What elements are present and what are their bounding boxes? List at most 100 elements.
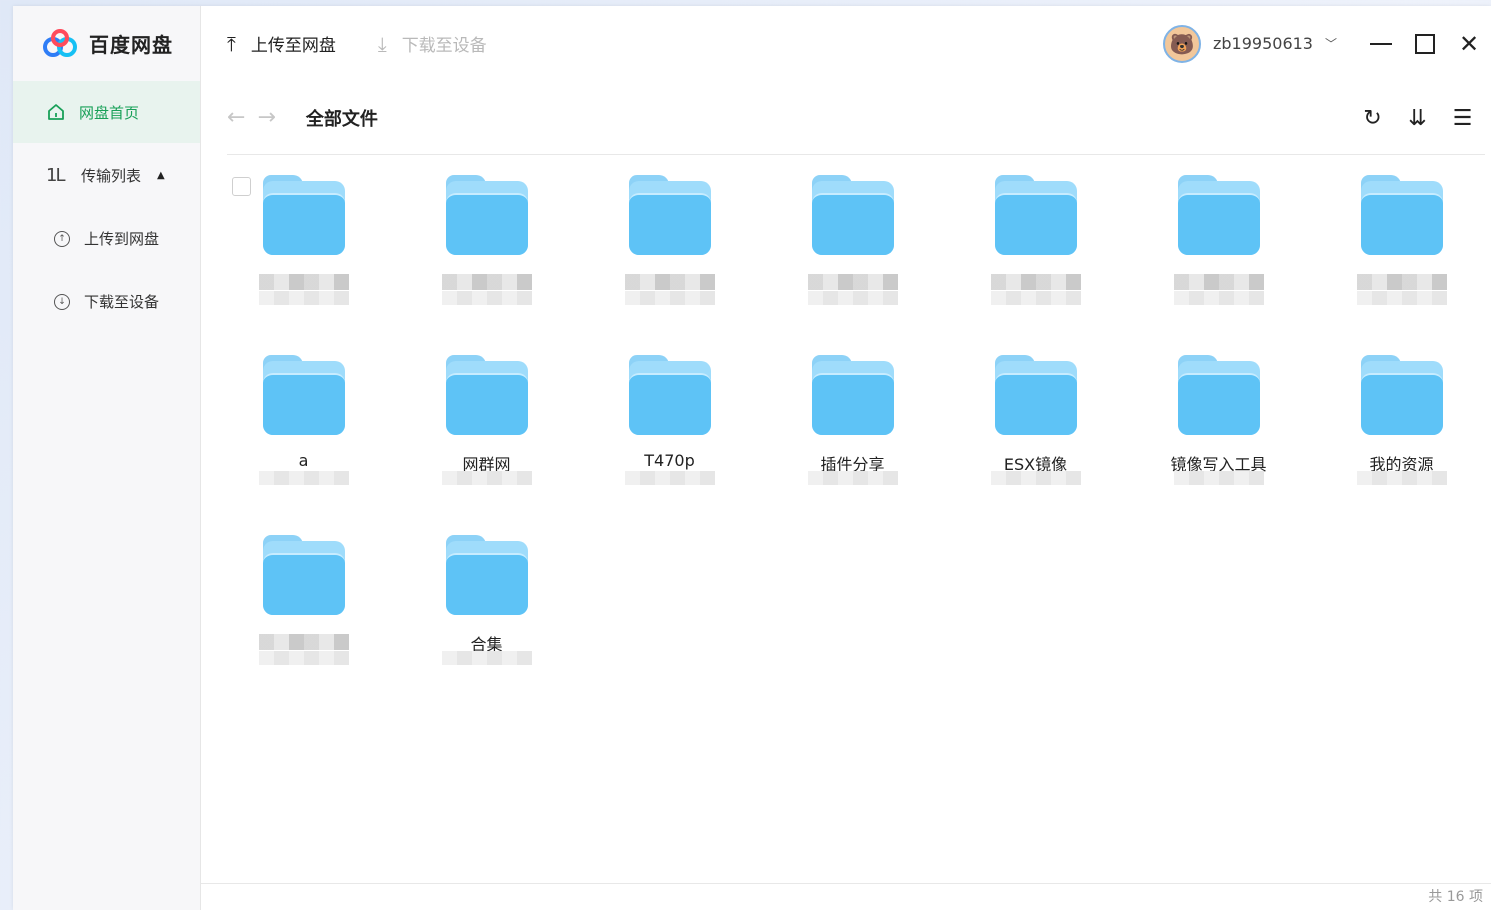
folder-icon xyxy=(1360,175,1443,255)
folder-item[interactable]: 我的资源 xyxy=(1310,343,1491,513)
redacted-detail xyxy=(624,471,715,485)
folder-item[interactable]: a xyxy=(212,343,395,513)
redacted-detail xyxy=(990,291,1081,305)
folder-name xyxy=(761,271,944,290)
status-bar: 共 16 项 xyxy=(201,883,1491,910)
path-bar: ← → 全部文件 ↻ ⇊ ☰ xyxy=(227,81,1485,155)
folder-item[interactable]: T470p xyxy=(578,343,761,513)
folder-icon xyxy=(445,535,528,615)
brand: 百度网盘 xyxy=(13,6,200,81)
sidebar-item-download[interactable]: ↓ 下载至设备 xyxy=(13,270,200,333)
download-button[interactable]: ⤓ 下载至设备 xyxy=(377,31,487,57)
sidebar-item-label: 网盘首页 xyxy=(79,103,140,122)
folder-icon xyxy=(811,175,894,255)
forward-arrow-icon[interactable]: → xyxy=(257,105,275,130)
sidebar-item-upload[interactable]: ↑ 上传到网盘 xyxy=(13,207,200,270)
sidebar-item-transfer-list[interactable]: 1L 传输列表 ▲ xyxy=(13,143,200,207)
upload-circle-icon: ↑ xyxy=(54,230,70,247)
folder-icon xyxy=(445,175,528,255)
page-title: 全部文件 xyxy=(305,108,378,130)
redacted-name xyxy=(624,273,715,290)
redacted-detail xyxy=(807,471,898,485)
folder-item[interactable]: 镜像写入工具 xyxy=(1127,343,1310,513)
folder-item[interactable] xyxy=(212,523,395,693)
user-area: 🐻 zb19950613 ﹀ ✕ xyxy=(1162,6,1491,81)
folder-icon xyxy=(994,355,1077,435)
folder-item[interactable] xyxy=(395,163,578,333)
redacted-name xyxy=(1173,273,1264,290)
upload-button[interactable]: ⤒ 上传至网盘 xyxy=(227,31,336,57)
folder-icon xyxy=(628,175,711,255)
folder-item[interactable]: 网群网 xyxy=(395,343,578,513)
redacted-name xyxy=(990,273,1081,290)
redacted-detail xyxy=(990,471,1081,485)
folder-item[interactable]: ESX镜像 xyxy=(944,343,1127,513)
folder-name xyxy=(1310,271,1491,290)
redacted-name xyxy=(258,273,349,290)
sidebar-item-label: 传输列表 xyxy=(81,166,142,185)
minimize-icon xyxy=(1370,42,1392,45)
folder-icon xyxy=(262,535,345,615)
close-icon: ✕ xyxy=(1458,29,1480,58)
redacted-detail xyxy=(258,651,349,665)
folder-icon xyxy=(1177,175,1260,255)
folder-name xyxy=(395,271,578,290)
redacted-detail xyxy=(258,291,349,305)
folder-item[interactable] xyxy=(761,163,944,333)
upload-label: 上传至网盘 xyxy=(250,36,336,56)
sidebar: 百度网盘 网盘首页 1L 传输列表 ▲ ↑ 上传到网盘 ↓ 下载至设备 xyxy=(13,6,201,910)
folder-icon xyxy=(262,175,345,255)
list-view-icon[interactable]: ☰ xyxy=(1440,106,1485,131)
redacted-detail xyxy=(624,291,715,305)
close-button[interactable]: ✕ xyxy=(1447,22,1491,66)
folder-item[interactable]: 合集 xyxy=(395,523,578,693)
main-panel: ⤒ 上传至网盘 ⤓ 下载至设备 🐻 zb19950613 ﹀ ✕ ← → 全部文… xyxy=(201,6,1491,910)
folder-item[interactable]: 插件分享 xyxy=(761,343,944,513)
maximize-button[interactable] xyxy=(1403,22,1447,66)
folder-name xyxy=(1127,271,1310,290)
maximize-icon xyxy=(1415,33,1435,54)
redacted-name xyxy=(1356,273,1447,290)
redacted-detail xyxy=(441,471,532,485)
download-circle-icon: ↓ xyxy=(54,293,70,310)
sort-icon[interactable]: ⇊ xyxy=(1395,106,1440,131)
folder-icon xyxy=(445,355,528,435)
download-label: 下载至设备 xyxy=(401,36,487,56)
item-count: 共 16 项 xyxy=(1428,889,1483,905)
folder-icon xyxy=(262,355,345,435)
sidebar-item-home[interactable]: 网盘首页 xyxy=(13,81,200,143)
folder-item[interactable] xyxy=(1127,163,1310,333)
folder-icon xyxy=(628,355,711,435)
folder-item[interactable] xyxy=(578,163,761,333)
top-toolbar: ⤒ 上传至网盘 ⤓ 下载至设备 🐻 zb19950613 ﹀ ✕ xyxy=(201,6,1491,81)
view-tools: ↻ ⇊ ☰ xyxy=(1350,81,1485,155)
refresh-icon[interactable]: ↻ xyxy=(1350,106,1395,131)
app-window: 百度网盘 网盘首页 1L 传输列表 ▲ ↑ 上传到网盘 ↓ 下载至设备 ⤒ 上传… xyxy=(13,6,1491,910)
download-icon: ⤓ xyxy=(377,31,387,56)
folder-name xyxy=(944,271,1127,290)
redacted-detail xyxy=(441,651,532,665)
folder-icon xyxy=(1360,355,1443,435)
brand-name: 百度网盘 xyxy=(89,33,173,57)
redacted-detail xyxy=(441,291,532,305)
folder-name xyxy=(212,271,395,290)
redacted-detail xyxy=(258,471,349,485)
home-icon xyxy=(48,104,64,120)
redacted-name xyxy=(441,273,532,290)
redacted-detail xyxy=(1356,291,1447,305)
redacted-detail xyxy=(807,291,898,305)
sidebar-item-label: 上传到网盘 xyxy=(84,230,160,248)
chevron-down-icon[interactable]: ﹀ xyxy=(1325,35,1337,52)
redacted-name xyxy=(807,273,898,290)
sidebar-item-label: 下载至设备 xyxy=(84,293,160,311)
folder-item[interactable] xyxy=(944,163,1127,333)
minimize-button[interactable] xyxy=(1359,22,1403,66)
folder-item[interactable] xyxy=(212,163,395,333)
folder-item[interactable] xyxy=(1310,163,1491,333)
avatar[interactable]: 🐻 xyxy=(1162,24,1201,63)
redacted-name xyxy=(258,633,349,650)
username[interactable]: zb19950613 xyxy=(1213,34,1313,53)
back-arrow-icon[interactable]: ← xyxy=(227,105,245,130)
redacted-detail xyxy=(1173,291,1264,305)
folder-name: T470p xyxy=(644,451,695,470)
